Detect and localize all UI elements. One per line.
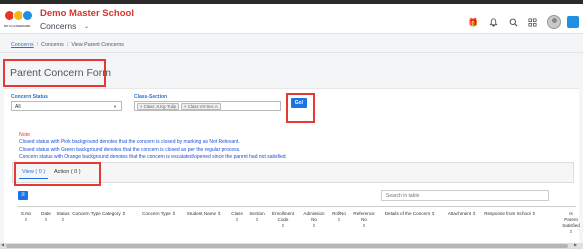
caret-down-icon: ▼ (113, 104, 117, 109)
go-button[interactable]: Go! (291, 98, 307, 108)
active-tab-indicator (19, 178, 48, 179)
sort-icon: ⇕ (569, 229, 573, 234)
note-line: Closed status with Green background deno… (19, 147, 241, 153)
class-chip[interactable]: × Class Jr.Kg-Tulip (137, 103, 180, 110)
school-logo[interactable]: MY CLASSBOARD (4, 9, 34, 31)
search-icon[interactable] (508, 17, 518, 27)
logo-caption: MY CLASSBOARD (4, 24, 31, 28)
class-section-multiselect[interactable]: × Class Jr.Kg-Tulip × Class VII-Sec A (134, 101, 281, 111)
class-section-label: Class-Section (134, 94, 168, 100)
sort-icon: ⇕ (362, 223, 366, 228)
school-name: Demo Master School (40, 8, 134, 19)
breadcrumb-concerns-link[interactable]: Concerns (11, 42, 34, 48)
breadcrumb-concerns: Concerns (41, 42, 64, 48)
scroll-left-icon[interactable]: ◀ (1, 242, 4, 247)
note-line: Closed status with Pink background denot… (19, 139, 240, 145)
concern-status-label: Concern Status (11, 94, 48, 100)
tab-action[interactable]: Action ( 0 ) (54, 169, 81, 175)
page-title: Parent Concern Form (10, 67, 111, 79)
table-search-input[interactable] (381, 190, 549, 201)
sort-icon: ⇕ (61, 217, 65, 222)
chevron-down-icon[interactable]: ⌄ (84, 23, 89, 30)
concern-status-select[interactable]: All ▼ (11, 101, 122, 111)
table-column-header[interactable]: Is Parent Satisfied ⇕ (541, 211, 583, 235)
note-title: Note (19, 132, 30, 138)
table-column-header[interactable]: Response from School ⇕ (480, 211, 540, 217)
column-toggle-button[interactable]: ≡ (18, 191, 28, 200)
scrollbar-thumb[interactable] (6, 244, 568, 248)
class-chip[interactable]: × Class VII-Sec A (181, 103, 221, 110)
bell-icon[interactable] (488, 17, 498, 27)
apps-grid-icon[interactable] (527, 17, 537, 27)
concern-status-value: All (15, 103, 21, 110)
divider (0, 52, 583, 53)
menu-icon[interactable] (567, 16, 579, 28)
table-column-header[interactable]: Concern Type Category ⇕ (69, 211, 129, 217)
module-selector[interactable]: Concerns (40, 21, 76, 31)
tab-view[interactable]: View ( 0 ) (22, 169, 45, 175)
breadcrumb: Concerns / Concerns / View Parent Concerns (11, 42, 124, 48)
table-column-header[interactable]: Details of the Concern ⇕ (380, 211, 440, 217)
top-header: MY CLASSBOARD Demo Master School Concern… (0, 4, 583, 34)
breadcrumb-current: View Parent Concerns (71, 42, 124, 48)
gift-icon[interactable]: 🎁 (468, 17, 478, 27)
user-avatar[interactable] (547, 15, 561, 29)
scroll-right-icon[interactable]: ▶ (574, 242, 577, 247)
note-line: Concern status with Orange background de… (19, 154, 287, 160)
